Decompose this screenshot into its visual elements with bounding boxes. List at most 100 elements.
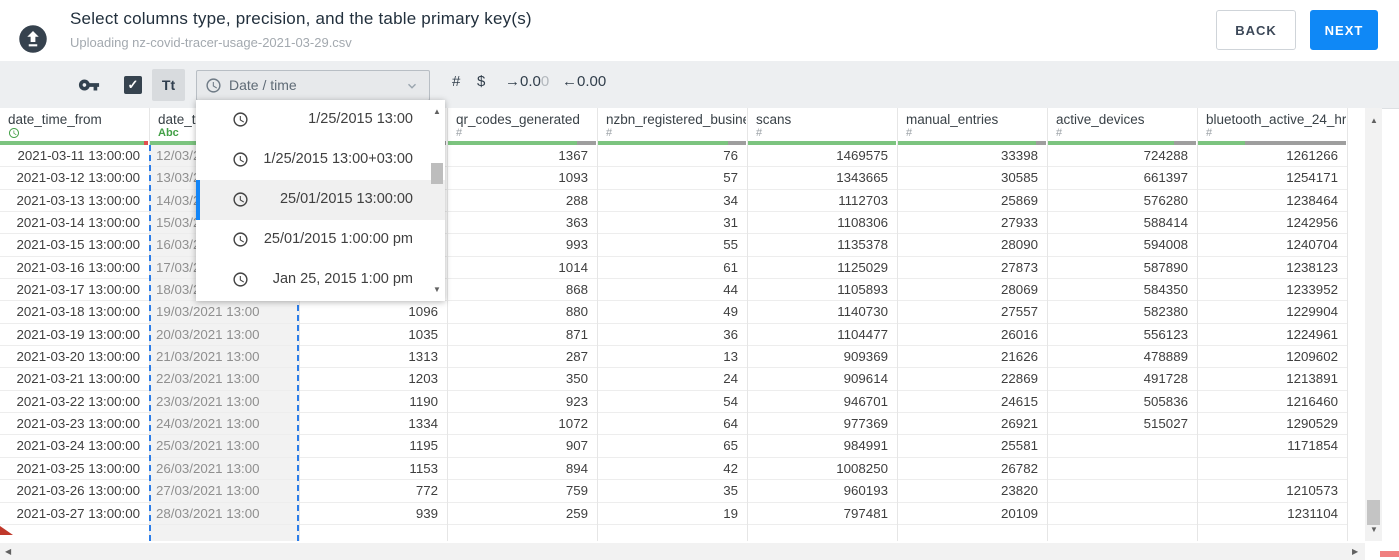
table-cell: 868	[448, 279, 597, 302]
table-cell: 20109	[898, 503, 1047, 525]
table-cell	[1048, 503, 1197, 525]
table-cell: 993	[448, 234, 597, 257]
format-option[interactable]: Jan 25, 2015 1:00 pm	[196, 260, 445, 300]
table-cell: 594008	[1048, 234, 1197, 257]
table-cell: 1238464	[1198, 190, 1347, 213]
table-cell: 2021-03-13 13:00:00	[0, 190, 149, 213]
dropdown-scrollbar-thumb[interactable]	[431, 163, 443, 184]
table-cell: 21/03/2021 13:00	[150, 346, 299, 369]
table-cell: 880	[448, 301, 597, 324]
table-cell: 960193	[748, 480, 897, 503]
number-type-label: #	[1056, 127, 1063, 139]
table-cell: 582380	[1048, 301, 1197, 324]
scroll-up-icon[interactable]: ▲	[433, 108, 441, 116]
table-cell: 26782	[898, 458, 1047, 481]
back-button[interactable]: BACK	[1216, 10, 1296, 50]
table-cell: 2021-03-26 13:00:00	[0, 480, 149, 503]
table-cell: 772	[300, 480, 447, 503]
table-cell: 588414	[1048, 212, 1197, 235]
format-option[interactable]: 25/01/2015 1:00:00 pm	[196, 220, 445, 260]
column-header[interactable]: qr_codes_generated #	[448, 108, 597, 141]
table-cell: 1224961	[1198, 324, 1347, 347]
vertical-scrollbar[interactable]: ▲ ▼	[1365, 108, 1382, 541]
column-header[interactable]: nzbn_registered_busine #	[598, 108, 747, 141]
table-cell: 2021-03-25 13:00:00	[0, 458, 149, 481]
table-cell: 1203	[300, 368, 447, 391]
table-cell: 1367	[448, 145, 597, 168]
select-value: Date / time	[229, 77, 297, 93]
table-column-qr_codes_generated[interactable]: qr_codes_generated #1367 1093 288 363 993 1014…	[448, 108, 598, 541]
table-cell: 28090	[898, 234, 1047, 257]
table-cell: 61	[598, 257, 747, 280]
table-cell	[0, 525, 149, 541]
table-column-manual_entries[interactable]: manual_entries #33398 30585 25869 27933 28090…	[898, 108, 1048, 541]
table-column-nzbn_registered_busine[interactable]: nzbn_registered_busine #76 57 34 31 55 61 44 49 3…	[598, 108, 748, 541]
table-column-bluetooth_active_24_hr_[interactable]: bluetooth_active_24_hr_ #1261266 1254171 12…	[1198, 108, 1348, 541]
table-cell	[1048, 458, 1197, 481]
table-cell: 31	[598, 212, 747, 235]
column-header[interactable]: date_time_from	[0, 108, 149, 141]
table-cell: 259	[448, 503, 597, 525]
decrease-decimal-button[interactable]: ←0.00	[562, 73, 606, 90]
table-cell: 26016	[898, 324, 1047, 347]
format-option[interactable]: 25/01/2015 13:00:00	[196, 180, 445, 220]
table-cell: 27557	[898, 301, 1047, 324]
scroll-down-icon[interactable]: ▼	[1370, 526, 1378, 534]
table-cell: 1096	[300, 301, 447, 324]
corner-scroll-thumb[interactable]	[1380, 551, 1399, 557]
check-icon: ✓	[127, 77, 139, 92]
csv-import-wizard: Select columns type, precision, and the …	[0, 0, 1399, 560]
currency-type-button[interactable]: $	[477, 73, 485, 90]
arrow-right-icon: →	[505, 73, 520, 90]
table-cell: 1334	[300, 413, 447, 436]
table-cell: 1242956	[1198, 212, 1347, 235]
table-cell: 34	[598, 190, 747, 213]
table-cell: 1171854	[1198, 435, 1347, 458]
number-type-button[interactable]: #	[452, 73, 460, 90]
table-cell: 35	[598, 480, 747, 503]
table-cell: 20/03/2021 13:00	[150, 323, 299, 347]
column-header[interactable]: manual_entries #	[898, 108, 1047, 141]
table-column-scans[interactable]: scans #1469575 1343665 1112703 1108306 113537…	[748, 108, 898, 541]
primary-key-icon[interactable]	[78, 74, 100, 96]
text-type-button[interactable]: Tt	[152, 69, 185, 101]
dropdown-scrollbar[interactable]: ▲ ▼	[429, 100, 445, 301]
table-column-date_time_from[interactable]: date_time_from 2021-03-11 13:00:00 2021-03…	[0, 108, 150, 541]
table-column-active_devices[interactable]: active_devices #724288 661397 576280 588414 5…	[1048, 108, 1198, 541]
column-name: date_t	[158, 112, 196, 127]
column-header[interactable]: scans #	[748, 108, 897, 141]
table-cell: 797481	[748, 503, 897, 525]
column-header[interactable]: bluetooth_active_24_hr_ #	[1198, 108, 1347, 141]
table-cell: 25869	[898, 190, 1047, 213]
scroll-up-icon[interactable]: ▲	[1370, 117, 1378, 125]
table-cell: 1125029	[748, 257, 897, 280]
column-type-select[interactable]: Date / time	[196, 70, 430, 101]
table-cell: 2021-03-12 13:00:00	[0, 167, 149, 190]
table-cell: 1135378	[748, 234, 897, 257]
table-cell: 871	[448, 324, 597, 347]
horizontal-scrollbar[interactable]: ◀ ▶	[0, 543, 1365, 560]
scroll-right-icon[interactable]: ▶	[1352, 548, 1358, 556]
column-header[interactable]: active_devices #	[1048, 108, 1197, 141]
number-type-label: #	[756, 127, 763, 139]
increase-decimal-button[interactable]: →0.00	[505, 73, 549, 90]
table-cell: 65	[598, 435, 747, 458]
table-cell: 55	[598, 234, 747, 257]
include-column-checkbox[interactable]: ✓	[124, 76, 142, 94]
table-cell: 2021-03-27 13:00:00	[0, 503, 149, 525]
table-cell: 515027	[1048, 413, 1197, 436]
column-name: nzbn_registered_busine	[606, 112, 746, 127]
table-cell: 1469575	[748, 145, 897, 168]
table-cell: 22/03/2021 13:00	[150, 368, 299, 391]
table-cell: 19/03/2021 13:00	[150, 301, 299, 324]
format-option[interactable]: 1/25/2015 13:00	[196, 100, 445, 140]
table-cell: 2021-03-23 13:00:00	[0, 413, 149, 436]
table-cell: 1093	[448, 167, 597, 190]
scroll-down-icon[interactable]: ▼	[433, 286, 441, 294]
scroll-left-icon[interactable]: ◀	[5, 548, 11, 556]
next-button[interactable]: NEXT	[1310, 10, 1378, 50]
table-cell: 661397	[1048, 167, 1197, 190]
format-option[interactable]: 1/25/2015 13:00+03:00	[196, 140, 445, 180]
column-name: scans	[756, 112, 792, 127]
vertical-scrollbar-thumb[interactable]	[1367, 500, 1380, 525]
